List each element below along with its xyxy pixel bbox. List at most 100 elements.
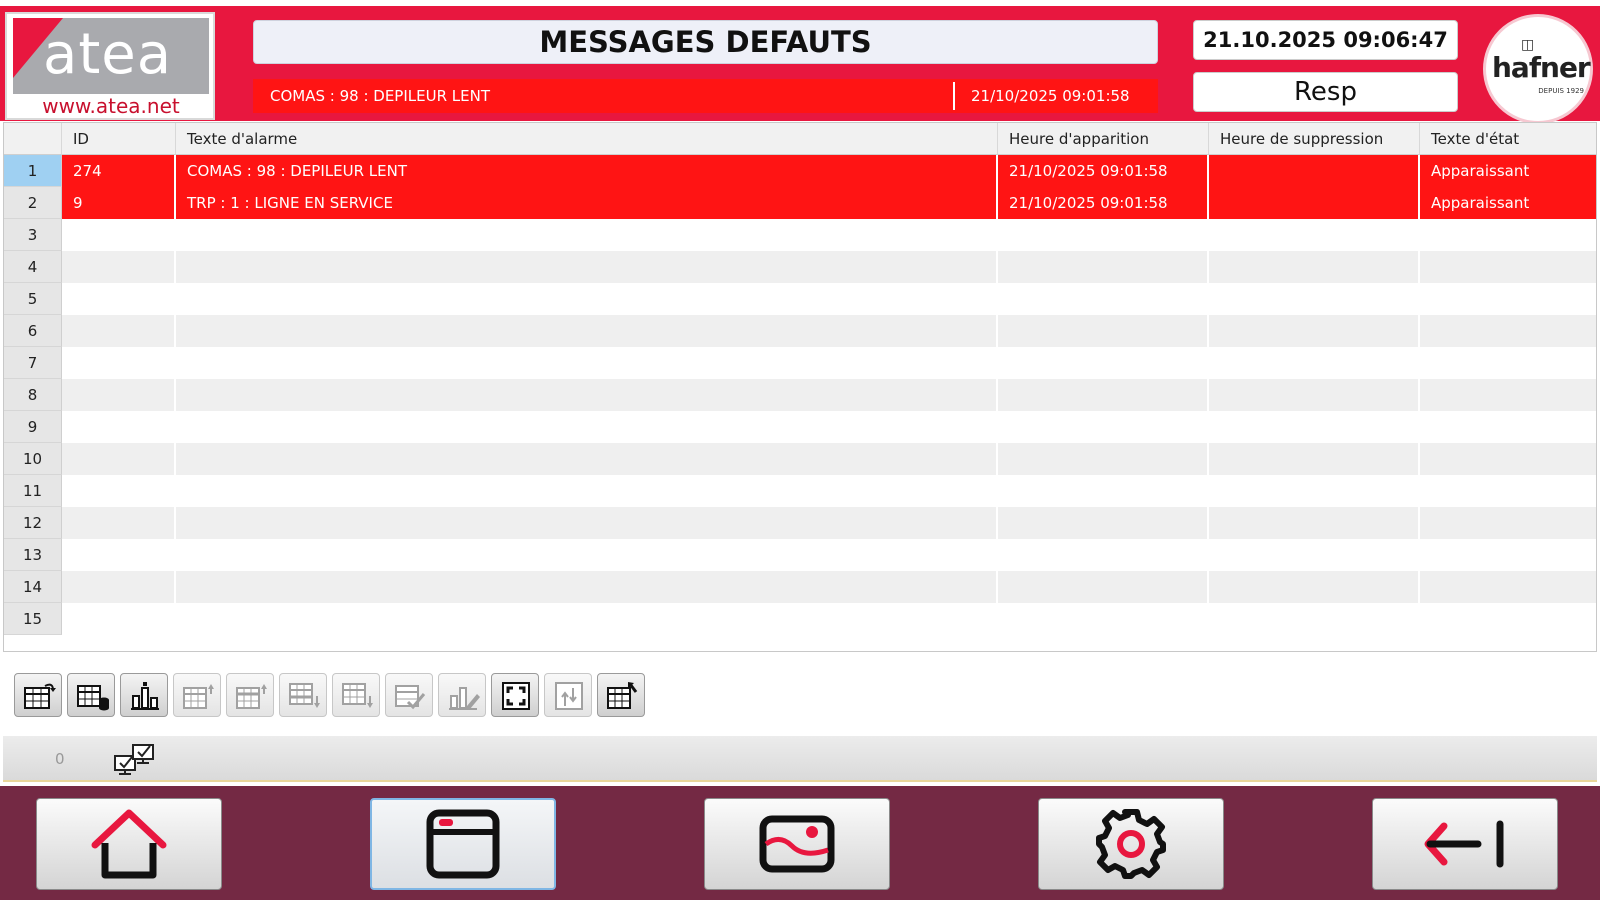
alarm-banner-divider: [953, 82, 955, 110]
table-sort-up-button[interactable]: [173, 673, 221, 717]
atea-logo: atea www.atea.net: [5, 12, 215, 120]
cell-id: [62, 347, 176, 379]
cell-id: 274: [62, 155, 176, 187]
cell-alarm-text: [176, 539, 998, 571]
home-icon: [91, 809, 167, 879]
table-row[interactable]: 13: [4, 539, 1596, 571]
cell-alarm-text: [176, 347, 998, 379]
table-row[interactable]: 6: [4, 315, 1596, 347]
table-sort-up-alt-button[interactable]: [226, 673, 274, 717]
column-header-state-text[interactable]: Texte d'état: [1420, 123, 1596, 155]
current-alarm-time: 21/10/2025 09:01:58: [971, 87, 1130, 105]
row-number: 11: [4, 475, 62, 507]
statistics-icon: [131, 682, 159, 710]
user-button[interactable]: Resp: [1193, 72, 1458, 112]
cell-clear-time: [1209, 219, 1420, 251]
cell-clear-time: [1209, 315, 1420, 347]
alarms-button[interactable]: [370, 798, 556, 890]
table-sort-down-button[interactable]: [279, 673, 327, 717]
cell-state-text: [1420, 347, 1596, 379]
cell-clear-time: [1209, 507, 1420, 539]
cell-appear-time: [998, 347, 1209, 379]
row-number: 13: [4, 539, 62, 571]
settings-button[interactable]: [1038, 798, 1224, 890]
row-number: 2: [4, 187, 62, 219]
hafner-logo-word: hafner: [1492, 51, 1591, 84]
table-row[interactable]: 8: [4, 379, 1596, 411]
row-number: 4: [4, 251, 62, 283]
table-row[interactable]: 11: [4, 475, 1596, 507]
table-undo-button[interactable]: [597, 673, 645, 717]
cell-appear-time: [998, 539, 1209, 571]
column-header-alarm-text[interactable]: Texte d'alarme: [176, 123, 998, 155]
cell-clear-time: [1209, 347, 1420, 379]
row-number: 12: [4, 507, 62, 539]
column-header-rownum: [4, 123, 62, 155]
statistics-edit-button[interactable]: [438, 673, 486, 717]
cell-id: [62, 251, 176, 283]
cell-alarm-text: [176, 475, 998, 507]
table-row[interactable]: 12: [4, 507, 1596, 539]
image-icon: [759, 815, 835, 873]
atea-logo-word: atea: [43, 22, 173, 87]
table-row[interactable]: 2 9 TRP : 1 : LIGNE EN SERVICE 21/10/2025 0…: [4, 187, 1596, 219]
cell-alarm-text: TRP : 1 : LIGNE EN SERVICE: [176, 187, 998, 219]
table-row[interactable]: 4: [4, 251, 1596, 283]
cell-id: [62, 475, 176, 507]
cell-alarm-text: [176, 283, 998, 315]
cell-id: [62, 379, 176, 411]
row-number: 5: [4, 283, 62, 315]
cell-state-text: Apparaissant: [1420, 187, 1596, 219]
window-icon: [426, 809, 500, 879]
cell-clear-time: [1209, 475, 1420, 507]
cell-id: [62, 411, 176, 443]
cell-appear-time: [998, 379, 1209, 411]
current-alarm-text: COMAS : 98 : DEPILEUR LENT: [270, 87, 490, 105]
cell-alarm-text: COMAS : 98 : DEPILEUR LENT: [176, 155, 998, 187]
alarm-table[interactable]: ID Texte d'alarme Heure d'apparition Heu…: [3, 122, 1597, 652]
cell-id: [62, 507, 176, 539]
table-header-row: ID Texte d'alarme Heure d'apparition Heu…: [4, 123, 1596, 155]
cell-state-text: Apparaissant: [1420, 155, 1596, 187]
table-row[interactable]: 1 274 COMAS : 98 : DEPILEUR LENT 21/10/2025…: [4, 155, 1596, 187]
table-refresh-button[interactable]: [14, 673, 62, 717]
cell-clear-time: [1209, 283, 1420, 315]
column-header-appear-time[interactable]: Heure d'apparition: [998, 123, 1209, 155]
cell-alarm-text: [176, 379, 998, 411]
cell-alarm-text: [176, 603, 998, 635]
table-database-button[interactable]: [67, 673, 115, 717]
home-button[interactable]: [36, 798, 222, 890]
table-row[interactable]: 9: [4, 411, 1596, 443]
acknowledge-all-icon[interactable]: [113, 742, 157, 780]
cell-alarm-text: [176, 443, 998, 475]
images-button[interactable]: [704, 798, 890, 890]
current-alarm-banner[interactable]: COMAS : 98 : DEPILEUR LENT 21/10/2025 09…: [253, 79, 1158, 113]
cell-state-text: [1420, 379, 1596, 411]
table-database-icon: [77, 685, 109, 711]
statistics-button[interactable]: [120, 673, 168, 717]
table-row[interactable]: 14: [4, 571, 1596, 603]
cell-appear-time: [998, 571, 1209, 603]
cell-state-text: [1420, 539, 1596, 571]
fit-screen-button[interactable]: [491, 673, 539, 717]
exit-icon: [1424, 820, 1504, 868]
table-row[interactable]: 3: [4, 219, 1596, 251]
table-row[interactable]: 10: [4, 443, 1596, 475]
table-row[interactable]: 15: [4, 603, 1596, 635]
cell-clear-time: [1209, 539, 1420, 571]
column-header-clear-time[interactable]: Heure de suppression: [1209, 123, 1420, 155]
table-sort-down-alt-button[interactable]: [332, 673, 380, 717]
table-row[interactable]: 7: [4, 347, 1596, 379]
bottom-navigation: [0, 786, 1600, 900]
cell-id: [62, 443, 176, 475]
cell-clear-time: [1209, 251, 1420, 283]
statistics-edit-icon: [449, 687, 480, 710]
scroll-lock-button[interactable]: [544, 673, 592, 717]
logout-button[interactable]: [1372, 798, 1558, 890]
column-header-id[interactable]: ID: [62, 123, 176, 155]
cell-id: [62, 571, 176, 603]
hafner-logo-sub: DEPUIS 1929: [1538, 87, 1584, 95]
table-row[interactable]: 5: [4, 283, 1596, 315]
table-acknowledge-button[interactable]: [385, 673, 433, 717]
row-number: 15: [4, 603, 62, 635]
